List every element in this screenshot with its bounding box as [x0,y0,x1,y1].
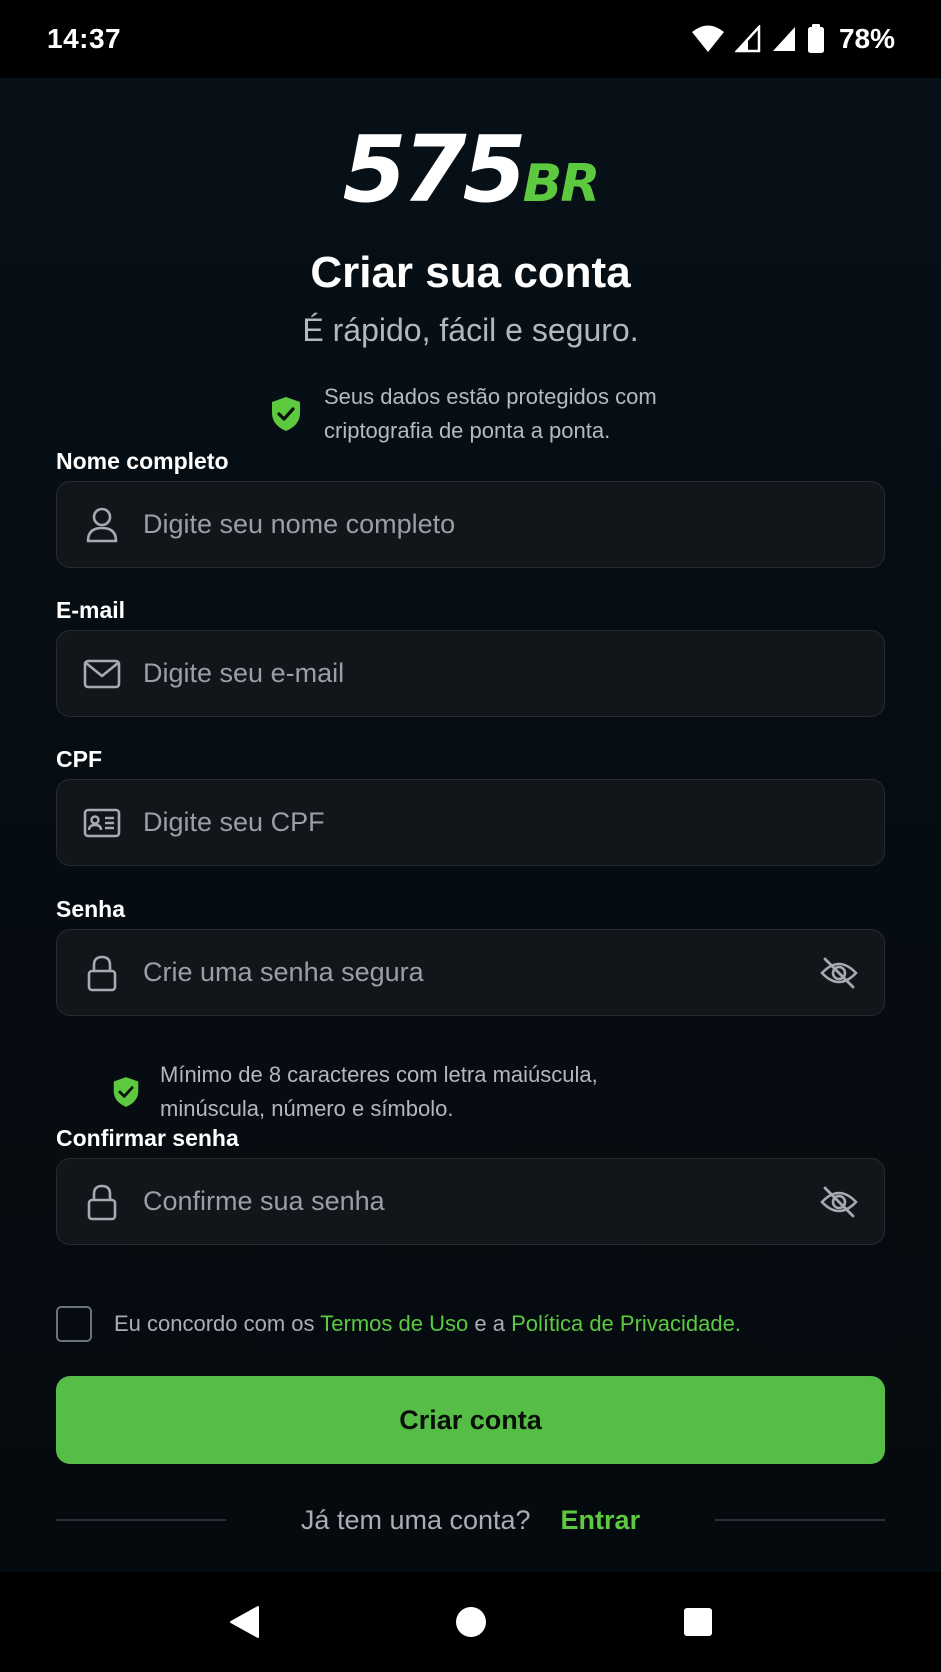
confirm-password-input[interactable] [143,1159,818,1244]
shield-check-icon [272,397,300,431]
shield-check-icon [113,1077,139,1107]
terms-of-use-link[interactable]: Termos de Uso [320,1311,468,1336]
password-field[interactable] [56,929,885,1016]
page-title: Criar sua conta [310,248,631,297]
eye-off-icon[interactable] [818,952,860,994]
terms-prefix: Eu concordo com os [114,1311,315,1336]
back-triangle-icon[interactable] [214,1592,274,1652]
battery-percentage: 78% [838,23,895,54]
cpf-input[interactable] [143,780,884,865]
create-account-button[interactable]: Criar conta [56,1376,885,1464]
terms-row: Eu concordo com os Termos de Uso e a Pol… [56,1306,741,1342]
system-navigation-bar [0,1572,941,1672]
password-hint: Mínimo de 8 caracteres com letra maiúscu… [112,1058,680,1126]
confirm-password-label: Confirmar senha [56,1125,239,1151]
login-prompt: Já tem uma conta? Entrar [226,1505,715,1536]
email-input[interactable] [143,631,884,716]
logo-suffix: BR [522,154,601,214]
full-name-label: Nome completo [56,448,229,474]
cpf-field[interactable] [56,779,885,866]
logo-main: 575 [342,116,527,223]
lock-icon [82,953,122,993]
status-time: 14:37 [47,23,122,54]
login-row: Já tem uma conta? Entrar [56,1500,885,1540]
brand-logo: 575BR [0,124,941,216]
divider-right [715,1519,885,1521]
cellular-signal-icon [772,27,795,51]
page-subtitle: É rápido, fácil e seguro. [302,312,639,348]
terms-suffix: . [734,1311,741,1336]
user-icon [82,505,122,545]
divider-left [56,1519,226,1521]
security-note-text: Seus dados estão protegidos com criptogr… [324,384,657,443]
password-hint-text: Mínimo de 8 caracteres com letra maiúscu… [160,1062,598,1121]
terms-connector: e a [474,1311,505,1336]
password-input[interactable] [143,930,818,1015]
battery-icon [807,24,824,53]
status-bar: 14:37 78% [0,0,941,78]
email-field[interactable] [56,630,885,717]
recents-square-icon[interactable] [668,1592,728,1652]
id-card-icon [82,803,122,843]
password-label: Senha [56,896,126,922]
login-question: Já tem uma conta? [300,1504,531,1535]
confirm-password-field[interactable] [56,1158,885,1245]
full-name-field[interactable] [56,481,885,568]
security-note: Seus dados estão protegidos com criptogr… [270,380,704,448]
terms-text: Eu concordo com os Termos de Uso e a Pol… [114,1311,741,1337]
cpf-label: CPF [56,746,102,772]
login-link[interactable]: Entrar [561,1505,641,1536]
email-label: E-mail [56,597,126,623]
wifi-icon [691,25,724,52]
home-circle-icon[interactable] [441,1592,501,1652]
terms-checkbox[interactable] [56,1306,92,1342]
lock-icon [82,1182,122,1222]
signup-screen: 575BR Criar sua conta É rápido, fácil e … [0,78,941,1572]
cellular-signal-partial-icon [734,25,761,53]
eye-off-icon[interactable] [818,1181,860,1223]
mail-icon [82,654,122,694]
privacy-policy-link[interactable]: Política de Privacidade [511,1311,735,1336]
full-name-input[interactable] [143,482,884,567]
status-icons: 78% [691,23,895,55]
